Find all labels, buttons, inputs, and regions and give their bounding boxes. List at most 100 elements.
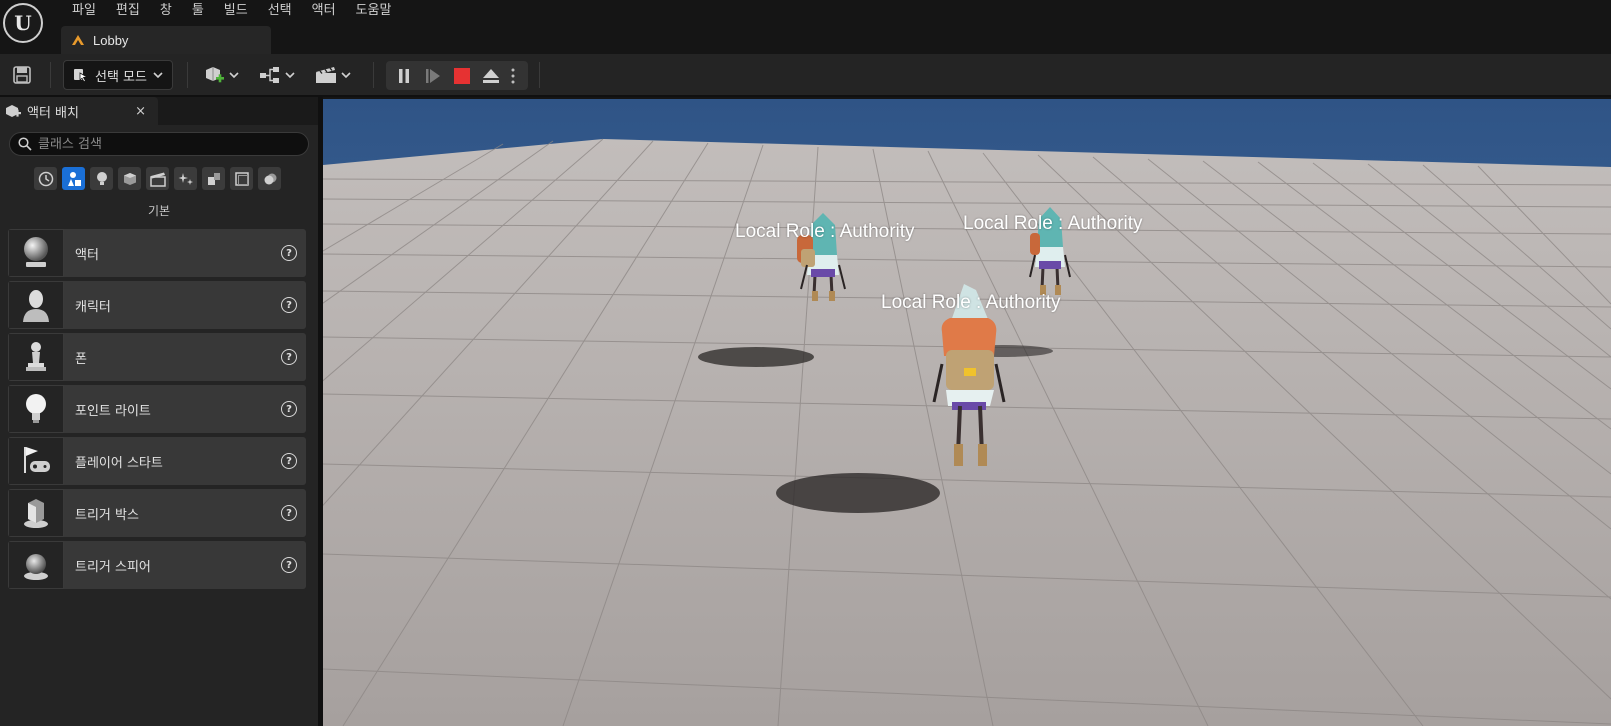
actor-item-label: 포인트 라이트: [75, 403, 151, 419]
geometry-icon: [207, 172, 220, 185]
character-icon: [23, 290, 49, 322]
pawn-icon: [26, 342, 46, 371]
menu-actor[interactable]: 액터: [302, 2, 346, 20]
category-basic[interactable]: [62, 167, 85, 190]
level-icon: [72, 35, 84, 45]
menu-select[interactable]: 선택: [258, 2, 302, 20]
actor-item-trigger-box[interactable]: 트리거 박스 ?: [8, 489, 306, 537]
selection-mode-dropdown[interactable]: 선택 모드: [63, 60, 173, 90]
toolbar-separator: [50, 62, 51, 88]
actor-item-label: 트리거 박스: [75, 507, 139, 523]
character-shadow: [698, 347, 814, 367]
volume-icon: [234, 171, 249, 186]
actor-thumbnail: [8, 437, 64, 485]
help-icon[interactable]: ?: [281, 349, 297, 365]
character-shadow: [776, 473, 940, 513]
add-actor-button[interactable]: [199, 60, 243, 90]
class-search[interactable]: [9, 132, 309, 156]
menu-build[interactable]: 빌드: [214, 2, 258, 20]
eject-button[interactable]: [477, 64, 504, 88]
sphere-actor-icon: [24, 237, 48, 267]
actor-item-label: 폰: [75, 351, 87, 367]
basic-shapes-icon: [67, 171, 81, 186]
toolbar-separator: [539, 62, 540, 88]
more-icon: [511, 68, 515, 83]
category-shapes[interactable]: [118, 167, 141, 190]
level-viewport[interactable]: Local Role : Authority Local Role : Auth…: [323, 99, 1611, 726]
category-geometry[interactable]: [202, 167, 225, 190]
actor-item-label: 플레이어 스타트: [75, 455, 163, 471]
sparkles-icon: [178, 172, 193, 185]
menu-file[interactable]: 파일: [62, 2, 106, 20]
actor-item-trigger-sphere[interactable]: 트리거 스피어 ?: [8, 541, 306, 589]
category-cinematic[interactable]: [146, 167, 169, 190]
actor-thumbnail: [8, 281, 64, 329]
help-icon[interactable]: ?: [281, 505, 297, 521]
menu-edit[interactable]: 편집: [106, 2, 150, 20]
main-menu: 파일 편집 창 툴 빌드 선택 액터 도움말: [62, 2, 401, 20]
section-basic-label: 기본: [147, 204, 171, 218]
category-lights[interactable]: [90, 167, 113, 190]
category-visual-effects[interactable]: [174, 167, 197, 190]
cinematics-button[interactable]: [311, 60, 355, 90]
blueprint-icon: [260, 67, 279, 83]
stop-button[interactable]: [448, 64, 475, 88]
actor-thumbnail: [8, 229, 64, 277]
actor-thumbnail: [8, 541, 64, 589]
save-icon: [13, 66, 31, 84]
stop-icon: [453, 67, 470, 84]
actor-thumbnail: [8, 385, 64, 433]
actor-item-label: 트리거 스피어: [75, 559, 151, 575]
actor-item-character[interactable]: 캐릭터 ?: [8, 281, 306, 329]
menu-window[interactable]: 창: [150, 2, 182, 20]
unreal-engine-logo-icon[interactable]: U: [3, 3, 43, 43]
chevron-down-icon: [153, 72, 163, 79]
more-options-button[interactable]: [506, 64, 520, 88]
menu-bar: U 파일 편집 창 툴 빌드 선택 액터 도움말 Lobby: [0, 0, 1611, 54]
place-actors-body: 기본 액터 ? 캐릭터 ?: [0, 125, 318, 726]
category-volumes[interactable]: [230, 167, 253, 190]
light-bulb-icon: [26, 394, 46, 423]
level-tab[interactable]: Lobby: [61, 26, 271, 54]
all-classes-icon: [264, 173, 276, 184]
play-controls: [386, 61, 528, 90]
category-recent[interactable]: [34, 167, 57, 190]
help-icon[interactable]: ?: [281, 401, 297, 417]
place-actors-icon: [6, 105, 21, 117]
add-actor-icon: [206, 67, 224, 83]
cube-icon: [123, 172, 136, 185]
help-icon[interactable]: ?: [281, 245, 297, 261]
clapper-icon: [149, 172, 166, 187]
viewport-scene: [323, 99, 1611, 726]
chevron-down-icon: [341, 72, 351, 79]
step-button[interactable]: [419, 64, 446, 88]
role-label: Local Role : Authority: [881, 292, 1061, 313]
select-mode-icon: [74, 69, 89, 83]
close-icon[interactable]: ×: [135, 104, 146, 119]
eject-icon: [482, 68, 499, 83]
player-start-icon: [24, 447, 50, 473]
actor-list: 액터 ? 캐릭터 ? 폰 ? 포인트 라이트 ? 플레이어 스타트 ? 트리거 …: [8, 229, 306, 593]
menu-help[interactable]: 도움말: [346, 2, 402, 20]
trigger-sphere-icon: [24, 554, 48, 580]
actor-item-player-start[interactable]: 플레이어 스타트 ?: [8, 437, 306, 485]
save-button[interactable]: [6, 60, 38, 90]
help-icon[interactable]: ?: [281, 297, 297, 313]
clock-icon: [38, 171, 53, 186]
actor-item-point-light[interactable]: 포인트 라이트 ?: [8, 385, 306, 433]
place-actors-tab[interactable]: 액터 배치 ×: [0, 97, 158, 125]
trigger-box-icon: [24, 499, 48, 528]
blueprint-button[interactable]: [255, 60, 299, 90]
pause-button[interactable]: [390, 64, 417, 88]
actor-item-actor[interactable]: 액터 ?: [8, 229, 306, 277]
role-label: Local Role : Authority: [735, 221, 915, 242]
menu-tools[interactable]: 툴: [182, 2, 214, 20]
actor-item-pawn[interactable]: 폰 ?: [8, 333, 306, 381]
light-bulb-icon: [96, 171, 107, 185]
class-search-input[interactable]: [38, 136, 298, 152]
pause-icon: [398, 68, 409, 83]
help-icon[interactable]: ?: [281, 557, 297, 573]
category-all-classes[interactable]: [258, 167, 281, 190]
category-tabs: [34, 167, 281, 190]
help-icon[interactable]: ?: [281, 453, 297, 469]
